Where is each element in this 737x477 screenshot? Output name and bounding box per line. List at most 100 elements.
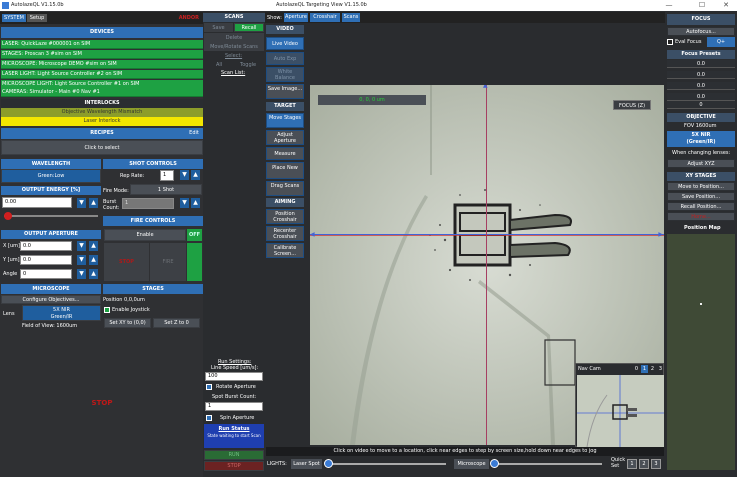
- measure-button[interactable]: Measure: [266, 147, 304, 160]
- wavelength-select[interactable]: Green:Low: [1, 169, 101, 183]
- position-crosshair-button[interactable]: Position Crosshair: [266, 209, 304, 224]
- drag-scans-button[interactable]: Drag Scans: [266, 181, 304, 196]
- eval-focus-label[interactable]: Eval Focus: [675, 39, 701, 45]
- nav-zoom-0[interactable]: 0: [633, 365, 640, 373]
- aperture-y-down-icon[interactable]: ▼: [77, 255, 86, 265]
- microscope-light-thumb[interactable]: [490, 459, 499, 468]
- focus-preset-5[interactable]: 0: [667, 101, 735, 109]
- rep-rate-input[interactable]: 1: [160, 170, 174, 181]
- rep-rate-down-icon[interactable]: ▼: [180, 170, 189, 180]
- nav-cam-panel[interactable]: Nav Cam 0 1 2 3: [575, 363, 664, 447]
- laser-spot-thumb[interactable]: [324, 459, 333, 468]
- aperture-x-up-icon[interactable]: ▲: [89, 241, 98, 251]
- spin-aperture-label[interactable]: Spin Aperture: [220, 415, 254, 421]
- line-speed-input[interactable]: 100: [205, 372, 263, 381]
- recall-position-button[interactable]: Recall Position...: [667, 202, 735, 211]
- minimize-button[interactable]: —: [655, 0, 683, 11]
- scan-list[interactable]: [204, 78, 264, 353]
- focus-preset-1[interactable]: 0.0: [667, 60, 735, 68]
- move-to-position-button[interactable]: Move to Position...: [667, 182, 735, 191]
- recipes-edit-button[interactable]: Edit: [186, 129, 202, 138]
- position-map[interactable]: [667, 234, 735, 470]
- aperture-angle-up-icon[interactable]: ▲: [89, 269, 98, 279]
- set-xy-button[interactable]: Set XY to (0,0): [104, 318, 151, 328]
- energy-slider-thumb[interactable]: [4, 212, 12, 220]
- scans-save-button[interactable]: Save: [204, 23, 233, 32]
- energy-slider[interactable]: [4, 212, 98, 220]
- aperture-angle-input[interactable]: 0: [20, 269, 72, 279]
- device-laser-light[interactable]: LASER LIGHT: Light Source Controller #2 …: [1, 70, 203, 79]
- joystick-label[interactable]: Enable Joystick: [112, 307, 150, 313]
- aperture-angle-down-icon[interactable]: ▼: [77, 269, 86, 279]
- auto-exp-button[interactable]: Auto Exp: [266, 52, 304, 65]
- energy-down-icon[interactable]: ▼: [77, 198, 86, 208]
- fire-stop-button[interactable]: STOP: [104, 243, 149, 281]
- scans-stop-button[interactable]: STOP: [204, 461, 264, 471]
- set-z-button[interactable]: Set Z to 0: [153, 318, 200, 328]
- burst-up-icon[interactable]: ▲: [191, 198, 200, 208]
- show-scans-tab[interactable]: Scans: [342, 13, 360, 22]
- device-microscope[interactable]: MICROSCOPE: Microscope DEMO #sim on SIM: [1, 60, 203, 69]
- fire-enable-button[interactable]: Enable: [104, 229, 186, 241]
- scans-recall-button[interactable]: Recall: [234, 23, 264, 32]
- run-button[interactable]: RUN: [204, 450, 264, 460]
- focus-preset-2[interactable]: 0.0: [667, 71, 735, 79]
- joystick-checkbox[interactable]: [104, 307, 110, 313]
- select-toggle-button[interactable]: Toggle: [240, 62, 256, 68]
- q-plus-button[interactable]: Q+: [707, 37, 735, 47]
- autofocus-button[interactable]: Autofocus...: [667, 27, 735, 36]
- place-new-button[interactable]: Place New: [266, 162, 304, 179]
- aperture-y-input[interactable]: 0.0: [20, 255, 72, 265]
- nav-zoom-3[interactable]: 3: [657, 365, 664, 373]
- save-position-button[interactable]: Save Position...: [667, 192, 735, 201]
- recenter-crosshair-button[interactable]: Recenter Crosshair: [266, 226, 304, 241]
- focus-badge[interactable]: FOCUS (Z): [613, 100, 651, 110]
- energy-up-icon[interactable]: ▲: [89, 198, 98, 208]
- focus-preset-3[interactable]: 0.0: [667, 82, 735, 90]
- rotate-aperture-checkbox[interactable]: [206, 384, 212, 390]
- laser-spot-button[interactable]: Laser Spot: [291, 459, 322, 469]
- quick-set-3[interactable]: 3: [651, 459, 661, 469]
- objective-lens-select[interactable]: 5X NIR (Green/IR): [667, 131, 735, 147]
- device-cameras[interactable]: CAMERAS: Simulator - Main #0 Nav #1: [1, 88, 203, 97]
- quick-set-2[interactable]: 2: [639, 459, 649, 469]
- device-stages[interactable]: STAGES: Proscan 3 #sim on SIM: [1, 50, 203, 59]
- spot-burst-input[interactable]: 1: [205, 402, 263, 411]
- move-rotate-scans-button[interactable]: Move/Rotate Scans: [204, 42, 264, 51]
- scans-delete-button[interactable]: Delete: [204, 33, 264, 42]
- show-aperture-tab[interactable]: Aperture: [284, 13, 308, 22]
- microscope-light-slider[interactable]: [490, 459, 602, 468]
- configure-objectives-button[interactable]: Configure Objectives...: [1, 295, 101, 304]
- fire-mode-select[interactable]: 1 Shot: [130, 184, 202, 195]
- adjust-xyz-button[interactable]: Adjust XYZ: [667, 159, 735, 168]
- fire-button[interactable]: FIRE: [150, 243, 186, 281]
- save-image-button[interactable]: Save Image...: [266, 84, 304, 99]
- focus-preset-4[interactable]: 0.0: [667, 93, 735, 101]
- spin-aperture-checkbox[interactable]: [206, 415, 212, 421]
- nav-zoom-2[interactable]: 2: [649, 365, 656, 373]
- eval-focus-checkbox[interactable]: [667, 39, 673, 45]
- laser-spot-slider[interactable]: [324, 459, 446, 468]
- home-button[interactable]: Home...: [667, 212, 735, 221]
- move-stages-button[interactable]: Move Stages: [266, 113, 304, 128]
- aperture-x-down-icon[interactable]: ▼: [77, 241, 86, 251]
- output-energy-input[interactable]: 0.00: [2, 197, 72, 208]
- device-laser[interactable]: LASER: QuickLaze #000001 on SIM: [1, 40, 203, 49]
- adjust-aperture-button[interactable]: Adjust Aperture: [266, 130, 304, 145]
- big-stop-area[interactable]: STOP: [1, 333, 203, 477]
- aperture-y-up-icon[interactable]: ▲: [89, 255, 98, 265]
- system-menu[interactable]: SYSTEM: [2, 14, 26, 22]
- white-balance-button[interactable]: White Balance: [266, 67, 304, 82]
- rep-rate-up-icon[interactable]: ▲: [191, 170, 200, 180]
- burst-down-icon[interactable]: ▼: [180, 198, 189, 208]
- close-button[interactable]: ✕: [712, 0, 737, 11]
- calibrate-screen-button[interactable]: Calibrate Screen...: [266, 243, 304, 258]
- rotate-aperture-label[interactable]: Rotate Aperture: [216, 384, 256, 390]
- nav-zoom-1[interactable]: 1: [641, 365, 648, 373]
- quick-set-1[interactable]: 1: [627, 459, 637, 469]
- recipe-select-button[interactable]: Click to select: [1, 140, 203, 155]
- microscope-light-button[interactable]: Microscope: [454, 459, 489, 469]
- show-crosshair-tab[interactable]: Crosshair: [310, 13, 340, 22]
- setup-menu[interactable]: Setup: [27, 14, 47, 22]
- select-all-button[interactable]: All: [216, 62, 222, 68]
